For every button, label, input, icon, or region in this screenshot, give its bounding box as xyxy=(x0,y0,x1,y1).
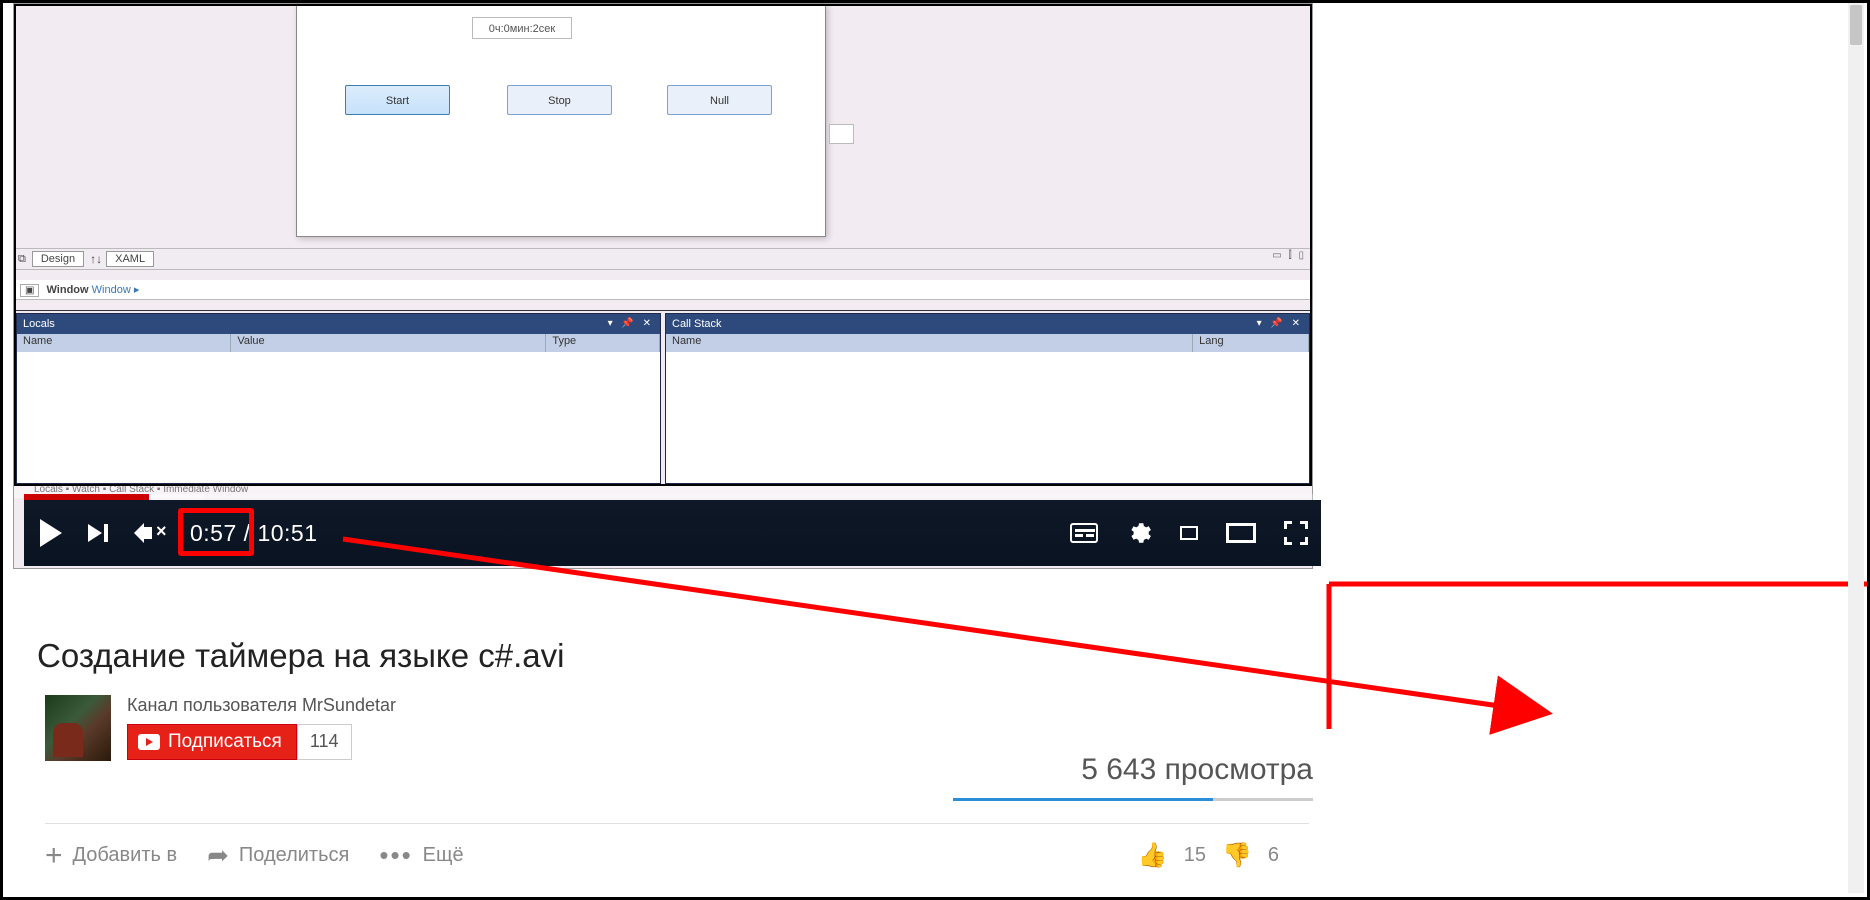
vs-locals-panel: Locals ▾ 📌 ✕ Name Value Type xyxy=(16,313,661,484)
channel-name[interactable]: Канал пользователя MrSundetar xyxy=(127,695,396,716)
vs-null-button: Null xyxy=(667,85,772,115)
callstack-body xyxy=(666,352,1309,483)
vs-tab-design: Design xyxy=(32,251,84,267)
vs-layout-icons: ▭ ⫿ ▯ xyxy=(1272,250,1306,261)
add-to-label: Добавить в xyxy=(73,844,178,867)
vs-panel-ctrls: ▾ 📌 ✕ xyxy=(608,314,654,334)
vs-callstack-title: Call Stack xyxy=(672,314,722,334)
vs-time-output-label: 0ч:0мин:2сек xyxy=(472,17,572,39)
view-count: 5 643 просмотра xyxy=(953,753,1313,787)
vs-ghost-box xyxy=(829,124,854,144)
subscribe-label: Подписаться xyxy=(168,731,282,753)
vs-designer-window: 0ч:0мин:2сек Start Stop Null xyxy=(296,4,826,237)
callstack-col-name: Name xyxy=(666,334,1193,352)
share-button[interactable]: ➦ Поделиться xyxy=(207,840,349,871)
locals-body xyxy=(17,352,660,483)
vs-panel-ctrls-2: ▾ 📌 ✕ xyxy=(1257,314,1303,334)
action-row: + Добавить в ➦ Поделиться ••• Ещё 👍 15 👎… xyxy=(45,823,1309,871)
time-highlight-annotation xyxy=(178,508,254,556)
total-time: 10:51 xyxy=(257,520,317,546)
play-icon[interactable] xyxy=(40,519,62,547)
vs-start-button: Start xyxy=(345,85,450,115)
channel-row: Канал пользователя MrSundetar Подписатьс… xyxy=(45,695,396,761)
subscriber-count: 114 xyxy=(297,724,352,760)
right-pane: Синхронно отображается время просмотра в… xyxy=(1321,3,1867,893)
more-button[interactable]: ••• Ещё xyxy=(379,840,463,871)
sentiment-bar xyxy=(953,798,1313,801)
thumbs-up-icon[interactable]: 👍 xyxy=(1138,841,1168,870)
vs-tabs-row: ⧉ Design ↑↓ XAML xyxy=(14,248,1312,270)
vs-window-sub: Window ▸ xyxy=(92,284,140,296)
settings-gear-icon[interactable] xyxy=(1126,520,1152,546)
vs-tab-xaml: XAML xyxy=(106,251,154,267)
callstack-col-lang: Lang xyxy=(1193,334,1309,352)
left-pane: 0ч:0мин:2сек Start Stop Null ⧉ Design ↑↓… xyxy=(3,3,1319,893)
fullscreen-icon[interactable] xyxy=(1284,521,1308,545)
video-title: Создание таймера на языке c#.avi xyxy=(37,637,564,675)
dislike-count: 6 xyxy=(1268,844,1279,867)
locals-col-type: Type xyxy=(546,334,660,352)
time-display: 0:57 / 10:51 xyxy=(190,520,318,547)
locals-col-name: Name xyxy=(17,334,231,352)
like-count: 15 xyxy=(1184,844,1206,867)
vs-stop-button: Stop xyxy=(507,85,612,115)
vs-window-row: ▣ Window Window ▸ xyxy=(14,280,1312,300)
page-scrollbar[interactable] xyxy=(1848,3,1864,893)
mute-icon[interactable]: × xyxy=(134,523,152,543)
share-label: Поделиться xyxy=(239,844,349,867)
share-arrow-icon: ➦ xyxy=(207,840,229,871)
locals-col-value: Value xyxy=(231,334,546,352)
video-player-frame: 0ч:0мин:2сек Start Stop Null ⧉ Design ↑↓… xyxy=(13,3,1313,569)
theater-mode-icon[interactable] xyxy=(1226,523,1256,543)
youtube-play-icon xyxy=(138,734,160,750)
add-to-button[interactable]: + Добавить в xyxy=(45,841,177,871)
subscribe-button[interactable]: Подписаться xyxy=(127,724,297,760)
vs-panels-zone: Locals ▾ 📌 ✕ Name Value Type Call Stack … xyxy=(14,310,1312,486)
next-icon[interactable] xyxy=(88,524,108,542)
vs-locals-title: Locals xyxy=(23,314,55,334)
more-dots-icon: ••• xyxy=(379,840,412,871)
vs-callstack-panel: Call Stack ▾ 📌 ✕ Name Lang xyxy=(665,313,1310,484)
player-controls-bar: × 0:57 / 10:51 xyxy=(24,500,1324,566)
thumbs-down-icon[interactable]: 👎 xyxy=(1222,841,1252,870)
vs-window-label: Window xyxy=(47,284,89,296)
more-label: Ещё xyxy=(423,844,464,867)
subtitles-icon[interactable] xyxy=(1070,523,1098,543)
miniplayer-icon[interactable] xyxy=(1180,526,1198,540)
channel-avatar[interactable] xyxy=(45,695,111,761)
plus-icon: + xyxy=(45,841,63,871)
